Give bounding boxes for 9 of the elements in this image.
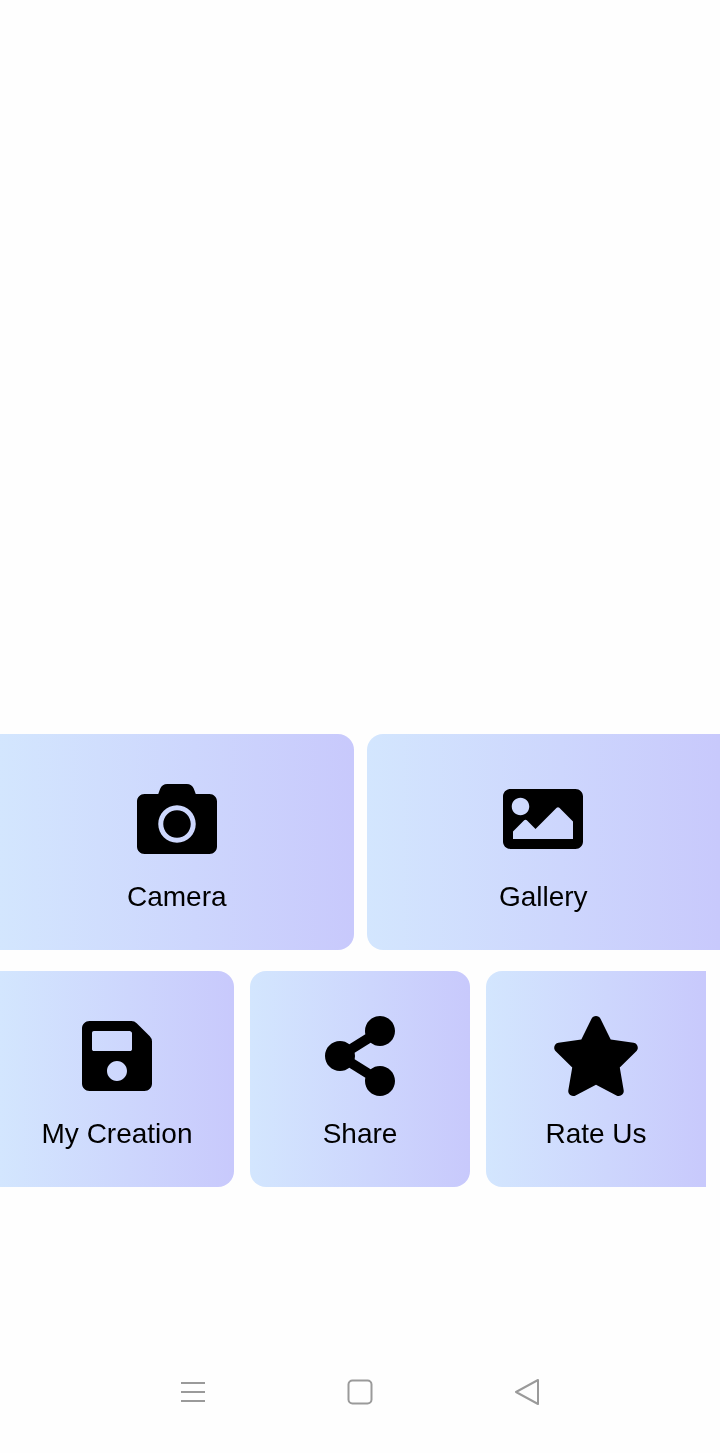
star-icon	[551, 1016, 641, 1096]
menu-tile[interactable]: Camera	[0, 734, 354, 950]
home-square-icon[interactable]	[347, 1379, 373, 1405]
menu-tile[interactable]: Gallery	[366, 734, 720, 950]
menu-tile[interactable]: Rate Us	[486, 971, 706, 1187]
menu-tile[interactable]: Share	[250, 971, 470, 1187]
menu-icon[interactable]	[179, 1381, 207, 1403]
back-icon[interactable]	[513, 1378, 541, 1406]
menu-tile[interactable]: My Creation	[0, 971, 234, 1187]
